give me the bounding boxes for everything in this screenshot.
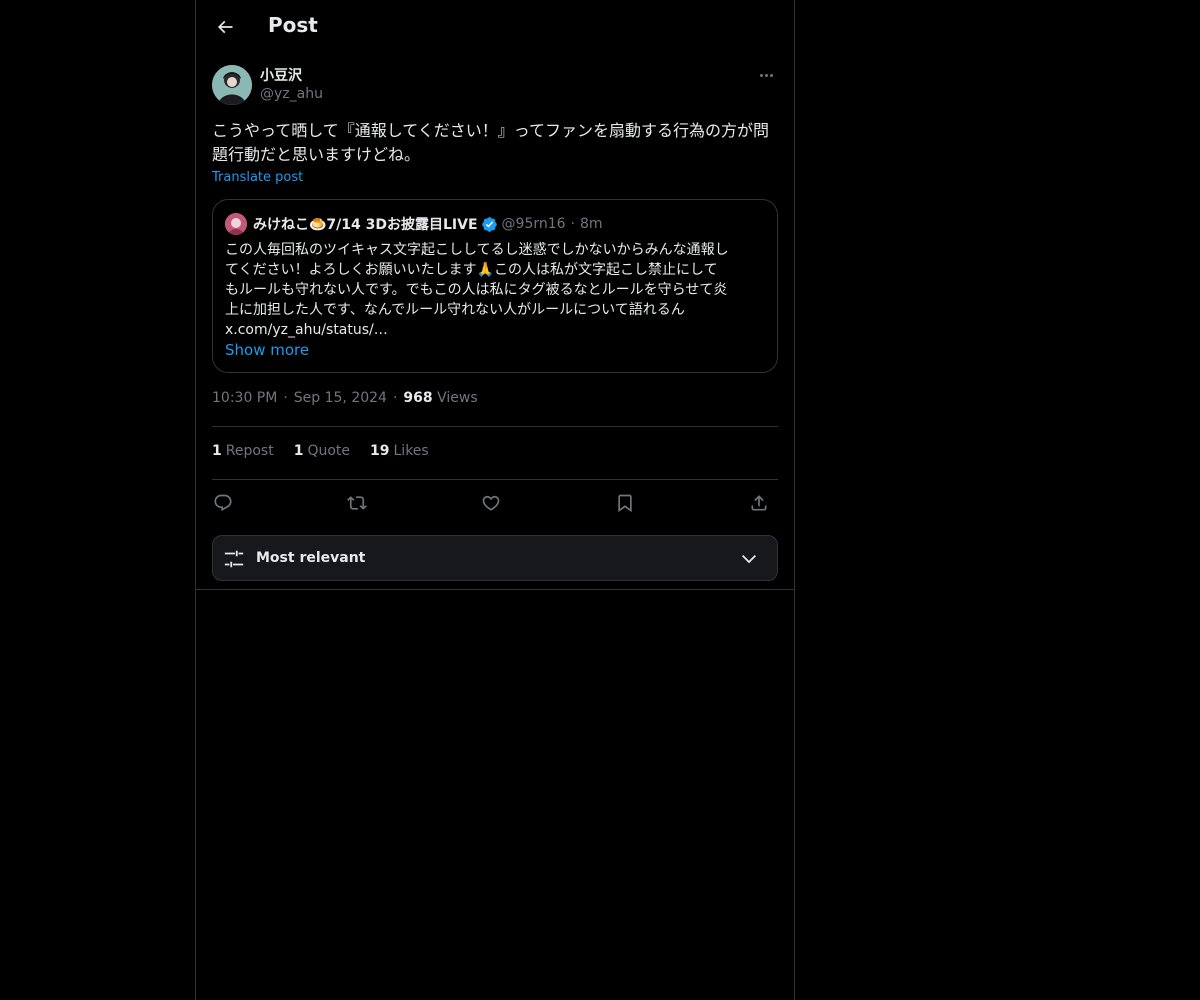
reposts-stat[interactable]: 1 Repost [212, 443, 274, 459]
quoted-author-handle: @95rn16 [501, 216, 566, 232]
main-column: Post 小豆沢 @yz_ahu こうやって晒して『通報してください！』ってファ… [195, 0, 795, 1000]
show-more-link[interactable]: Show more [225, 341, 309, 359]
quoted-avatar[interactable] [225, 213, 247, 235]
repost-button[interactable] [344, 490, 370, 516]
quotes-stat[interactable]: 1 Quote [294, 443, 350, 459]
like-icon [482, 495, 500, 511]
reposts-count: 1 [212, 443, 222, 459]
post-meta: 10:30 PM · Sep 15, 2024 · 968 Views [212, 390, 478, 406]
chevron-down-icon [741, 554, 757, 564]
divider [212, 479, 778, 480]
back-arrow-icon [217, 20, 233, 34]
post-time[interactable]: 10:30 PM [212, 390, 277, 406]
reposts-label: Repost [225, 443, 274, 459]
likes-count: 19 [370, 443, 390, 459]
separator-dot: · [283, 390, 288, 406]
quoted-author-name[interactable]: みけねこ🍮7/14 3Dお披露目LIVE [253, 214, 478, 234]
post-stats: 1 Repost 1 Quote 19 Likes [212, 443, 429, 459]
divider [196, 589, 794, 590]
likes-label: Likes [393, 443, 429, 459]
repost-icon [347, 496, 367, 510]
separator-dot: · [570, 216, 576, 232]
quoted-post[interactable]: みけねこ🍮7/14 3Dお披露目LIVE @95rn16 · 8m この人毎回私… [212, 199, 778, 373]
sliders-icon [224, 550, 244, 568]
action-bar [212, 490, 778, 516]
more-dot [764, 73, 768, 77]
quoted-text-link[interactable]: x.com/yz_ahu/status/… [225, 320, 767, 340]
sort-label: Most relevant [256, 550, 366, 566]
quoted-post-text: この人毎回私のツイキャス文字起こししてるし迷惑でしかないからみんな通報し てくだ… [225, 240, 767, 340]
views-count: 968 [403, 390, 433, 406]
more-dot [759, 73, 763, 77]
quoted-text-line: 上に加担した人です、なんでルール守れない人がルールについて語れるん [225, 302, 685, 318]
post-author: 小豆沢 @yz_ahu [212, 64, 778, 108]
views-label: Views [437, 390, 478, 406]
quoted-post-header: みけねこ🍮7/14 3Dお披露目LIVE @95rn16 · 8m [225, 213, 603, 235]
back-button[interactable] [208, 10, 242, 44]
post-date[interactable]: Sep 15, 2024 [294, 390, 387, 406]
more-options-button[interactable] [754, 64, 778, 86]
quoted-text-line: てください！よろしくお願いいたします🙏この人は私が文字起こし禁止にして [225, 262, 718, 278]
post-header: Post [196, 0, 794, 54]
page-title: Post [268, 13, 318, 37]
author-name[interactable]: 小豆沢 [260, 65, 302, 85]
bookmark-button[interactable] [612, 490, 638, 516]
reply-sort-dropdown[interactable]: Most relevant [212, 535, 778, 581]
separator-dot: · [392, 390, 398, 406]
avatar[interactable] [212, 65, 252, 105]
quoted-post-time[interactable]: 8m [580, 216, 603, 232]
like-button[interactable] [478, 490, 504, 516]
quotes-count: 1 [293, 443, 304, 459]
translate-post-link[interactable]: Translate post [212, 170, 303, 185]
quoted-text-line: もルールも守れない人です。でもこの人は私にタグ被るなとルールを守らせて炎 [225, 282, 728, 298]
author-handle[interactable]: @yz_ahu [260, 86, 323, 102]
post-text: こうやって晒して『通報してください！』ってファンを扇動する行為の方が問題行動だと… [212, 121, 769, 164]
quotes-label: Quote [307, 443, 351, 459]
bookmark-icon [618, 494, 632, 513]
reply-icon [214, 494, 232, 512]
share-button[interactable] [746, 490, 772, 516]
likes-stat[interactable]: 19 Likes [370, 443, 429, 459]
reply-button[interactable] [210, 490, 236, 516]
divider [212, 426, 778, 427]
verified-badge-icon [481, 216, 498, 233]
share-icon [751, 495, 767, 511]
quoted-text-line: この人毎回私のツイキャス文字起こししてるし迷惑でしかないからみんな通報し [225, 242, 729, 258]
more-dot [769, 73, 773, 77]
